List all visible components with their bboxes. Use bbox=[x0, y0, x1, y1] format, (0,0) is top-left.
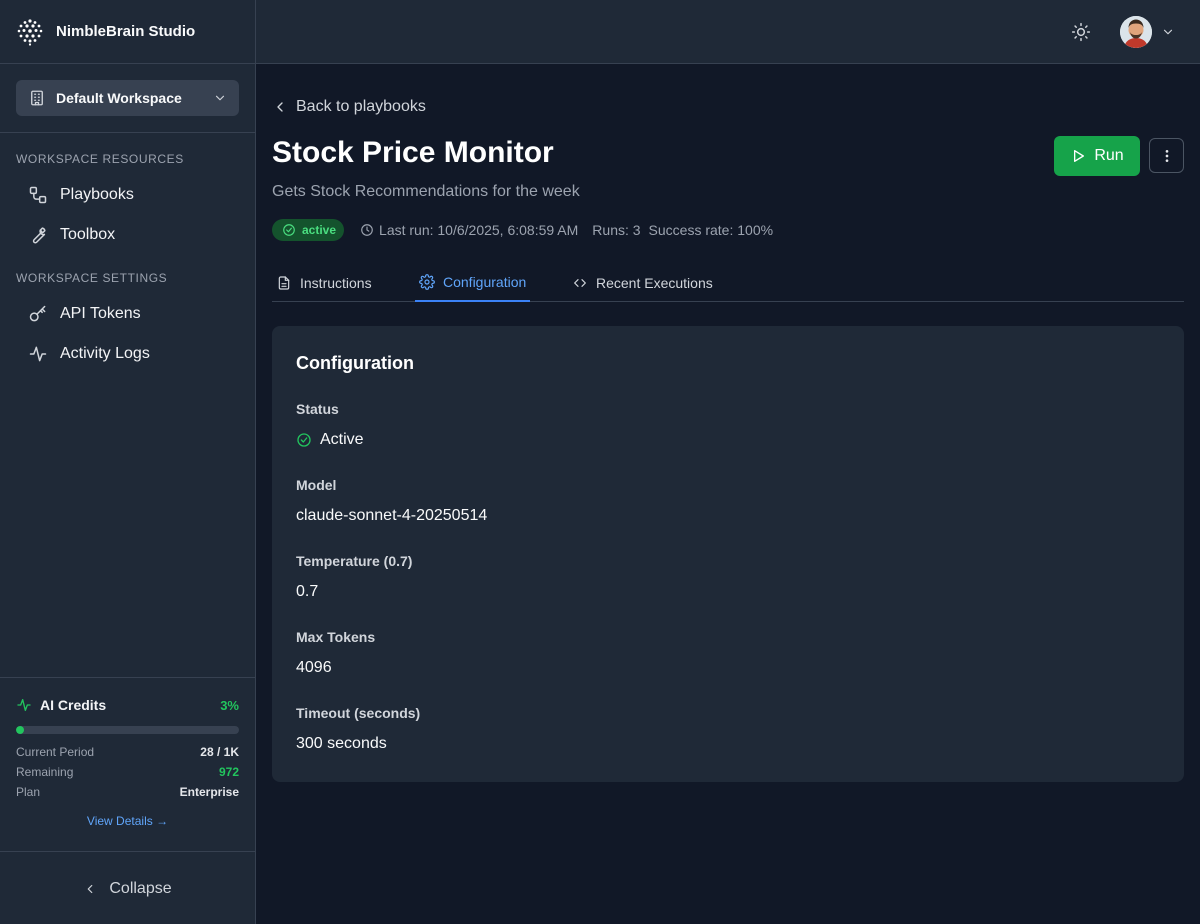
field-label: Max Tokens bbox=[296, 629, 376, 645]
page-subtitle: Gets Stock Recommendations for the week bbox=[272, 183, 580, 200]
credits-row-current-period: Current Period 28 / 1K bbox=[16, 742, 239, 762]
chevron-left-icon bbox=[277, 102, 283, 112]
last-run-text: Last run: 10/6/2025, 6:08:59 AM bbox=[379, 222, 579, 238]
back-link-label: Back to playbooks bbox=[296, 98, 426, 115]
building-icon bbox=[31, 90, 43, 106]
credits-progress-fill bbox=[16, 726, 24, 734]
credits-row-key: Current Period bbox=[16, 745, 95, 759]
avatar[interactable] bbox=[1120, 16, 1152, 48]
field-value: Active bbox=[296, 430, 1160, 450]
more-options-button[interactable] bbox=[1149, 138, 1184, 173]
brand-name: NimbleBrain Studio bbox=[56, 23, 196, 40]
tab-instructions[interactable]: Instructions bbox=[276, 264, 372, 302]
field-label: Timeout (seconds) bbox=[296, 705, 421, 721]
sidebar-item-toolbox[interactable]: Toolbox bbox=[0, 219, 255, 251]
key-icon bbox=[29, 305, 46, 322]
wrench-icon bbox=[32, 227, 46, 244]
config-field-timeout: Timeout (seconds) 300 seconds bbox=[296, 704, 1160, 754]
document-icon bbox=[278, 276, 290, 290]
sidebar-item-playbooks[interactable]: Playbooks bbox=[0, 179, 255, 211]
sidebar-item-activity-logs[interactable]: Activity Logs bbox=[0, 338, 255, 370]
chevron-down-icon bbox=[215, 95, 225, 101]
config-field-temperature: Temperature (0.7) 0.7 bbox=[296, 552, 1160, 602]
sidebar-item-label: API Tokens bbox=[60, 305, 141, 322]
field-label: Model bbox=[296, 477, 337, 493]
ai-credits-panel: AI Credits 3% Current Period 28 / 1K Rem… bbox=[0, 677, 255, 852]
view-details-link[interactable]: View Details → bbox=[16, 814, 239, 828]
ai-credits-percent: 3% bbox=[220, 697, 239, 713]
field-label: Status bbox=[296, 401, 339, 417]
field-value: 300 seconds bbox=[296, 735, 387, 752]
sidebar-item-label: Toolbox bbox=[60, 226, 116, 243]
workspace-name: Default Workspace bbox=[56, 90, 182, 106]
status-badge-label: active bbox=[302, 223, 337, 237]
card-title: Configuration bbox=[296, 353, 414, 373]
field-value: 0.7 bbox=[296, 583, 319, 600]
activity-icon bbox=[17, 699, 31, 711]
credits-row-value: Enterprise bbox=[179, 785, 239, 799]
success-rate: Success rate: 100% bbox=[648, 222, 774, 238]
sidebar: NimbleBrain Studio Default Workspace WOR… bbox=[0, 0, 256, 924]
status-badge: active bbox=[272, 219, 345, 241]
more-vertical-icon bbox=[1165, 149, 1168, 162]
chevron-down-icon[interactable] bbox=[1161, 25, 1175, 39]
credits-row-value: 28 / 1K bbox=[200, 745, 239, 759]
credits-progress-bar bbox=[16, 726, 239, 734]
gear-icon bbox=[419, 274, 435, 290]
config-field-max-tokens: Max Tokens 4096 bbox=[296, 628, 1160, 678]
sidebar-item-label: Activity Logs bbox=[60, 345, 150, 362]
config-field-model: Model claude-sonnet-4-20250514 bbox=[296, 476, 1160, 526]
collapse-label: Collapse bbox=[109, 879, 172, 897]
clock-icon bbox=[361, 224, 373, 236]
status-value: Active bbox=[320, 431, 364, 448]
nimblebrain-logo-icon bbox=[17, 18, 43, 46]
credits-row-remaining: Remaining 972 bbox=[16, 762, 239, 782]
chevron-left-icon bbox=[88, 884, 93, 893]
credits-row-key: Plan bbox=[16, 785, 41, 799]
run-button-label: Run bbox=[1094, 147, 1124, 164]
collapse-button[interactable]: Collapse bbox=[0, 853, 255, 924]
check-circle-icon bbox=[297, 433, 311, 447]
credits-row-value: 972 bbox=[218, 765, 239, 779]
tab-recent-executions[interactable]: Recent Executions bbox=[572, 264, 713, 302]
sidebar-item-api-tokens[interactable]: API Tokens bbox=[0, 298, 255, 330]
runs-count: Runs: 3 bbox=[592, 222, 641, 238]
workspace-selector[interactable]: Default Workspace bbox=[16, 80, 239, 116]
sun-icon[interactable] bbox=[1071, 22, 1091, 42]
tab-bar: Instructions Configuration Recent Execut… bbox=[272, 264, 1184, 302]
brand-header: NimbleBrain Studio bbox=[0, 0, 255, 64]
section-title-resources: WORKSPACE RESOURCES bbox=[16, 152, 184, 166]
tab-label: Configuration bbox=[443, 274, 527, 290]
tab-label: Instructions bbox=[300, 275, 372, 291]
configuration-card: Configuration Status Active Model claude… bbox=[272, 326, 1184, 782]
ai-credits-title: AI Credits bbox=[40, 697, 107, 713]
sidebar-item-label: Playbooks bbox=[60, 186, 134, 203]
section-title-settings: WORKSPACE SETTINGS bbox=[16, 271, 168, 285]
tab-label: Recent Executions bbox=[596, 275, 713, 291]
credits-row-plan: Plan Enterprise bbox=[16, 782, 239, 802]
code-icon bbox=[574, 279, 586, 287]
playbook-meta: active Last run: 10/6/2025, 6:08:59 AM R… bbox=[272, 219, 773, 241]
check-circle-icon bbox=[283, 224, 295, 236]
page-title: Stock Price Monitor bbox=[272, 136, 554, 169]
playbooks-icon bbox=[29, 186, 47, 204]
ai-credits-header: AI Credits 3% bbox=[16, 696, 239, 714]
run-button[interactable]: Run bbox=[1054, 136, 1140, 176]
credits-row-key: Remaining bbox=[16, 765, 74, 779]
config-field-status: Status Active bbox=[296, 400, 1160, 450]
top-bar bbox=[256, 0, 1200, 64]
play-icon bbox=[1074, 150, 1085, 162]
field-value: claude-sonnet-4-20250514 bbox=[296, 507, 488, 524]
activity-icon bbox=[29, 346, 47, 362]
field-label: Temperature (0.7) bbox=[296, 553, 413, 569]
tab-configuration[interactable]: Configuration bbox=[415, 264, 531, 302]
workspace-selector-wrap: Default Workspace bbox=[0, 64, 255, 133]
field-value: 4096 bbox=[296, 659, 332, 676]
avatar-image bbox=[1120, 16, 1152, 48]
back-link[interactable]: Back to playbooks bbox=[272, 98, 426, 116]
